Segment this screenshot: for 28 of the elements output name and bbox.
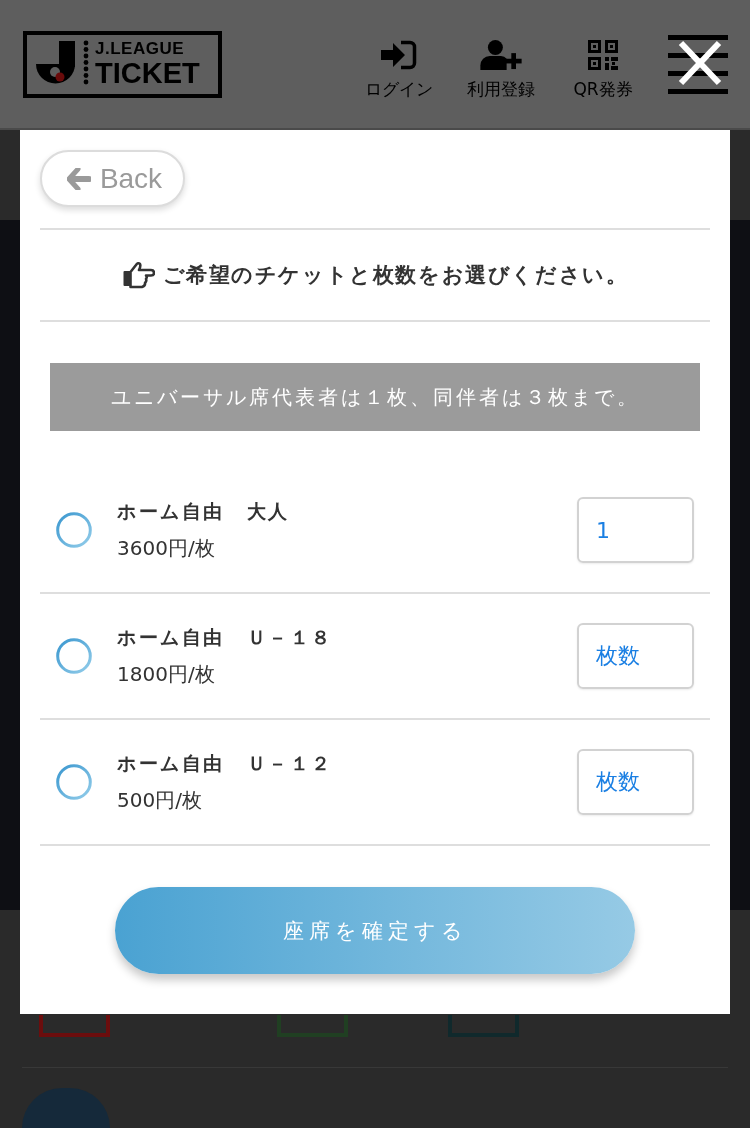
login-icon (381, 39, 417, 70)
close-icon[interactable] (678, 40, 722, 86)
logo-text: J.LEAGUE (95, 40, 185, 57)
nav-link[interactable]: 利用登録 (467, 77, 535, 101)
confirm-seat-button[interactable]: 座席を確定する (115, 887, 635, 974)
qr-code-icon (588, 39, 618, 70)
ticket-price: 1800円/枚 (117, 660, 216, 688)
ticket-price: 3600円/枚 (117, 534, 216, 562)
radio-button[interactable] (56, 764, 92, 800)
quantity-select[interactable]: 枚数 (577, 623, 694, 689)
ticket-name: ホーム自由 大人 (117, 498, 290, 524)
hand-pointing-icon (121, 261, 155, 289)
user-plus-icon (479, 39, 523, 70)
menu-icon[interactable] (668, 34, 728, 94)
logo-text: TICKET (95, 59, 200, 88)
radio-button[interactable] (56, 638, 92, 674)
logo[interactable]: J.LEAGUE TICKET (23, 30, 222, 98)
notice-banner: ユニバーサル席代表者は１枚、同伴者は３枚まで。 (50, 363, 700, 431)
ticket-name: ホーム自由 Ｕ－１２ (117, 750, 333, 776)
instruction-text: ご希望のチケットと枚数をお選びください。 (162, 262, 629, 289)
quantity-select[interactable]: 1 (577, 497, 694, 563)
quantity-select[interactable]: 枚数 (577, 749, 694, 815)
ticket-price: 500円/枚 (117, 786, 203, 814)
nav-link[interactable]: ログイン (365, 77, 433, 101)
back-button[interactable]: Back (40, 150, 185, 207)
radio-button[interactable] (56, 512, 92, 548)
ticket-name: ホーム自由 Ｕ－１８ (117, 624, 333, 650)
nav-link[interactable]: QR発券 (573, 77, 633, 101)
